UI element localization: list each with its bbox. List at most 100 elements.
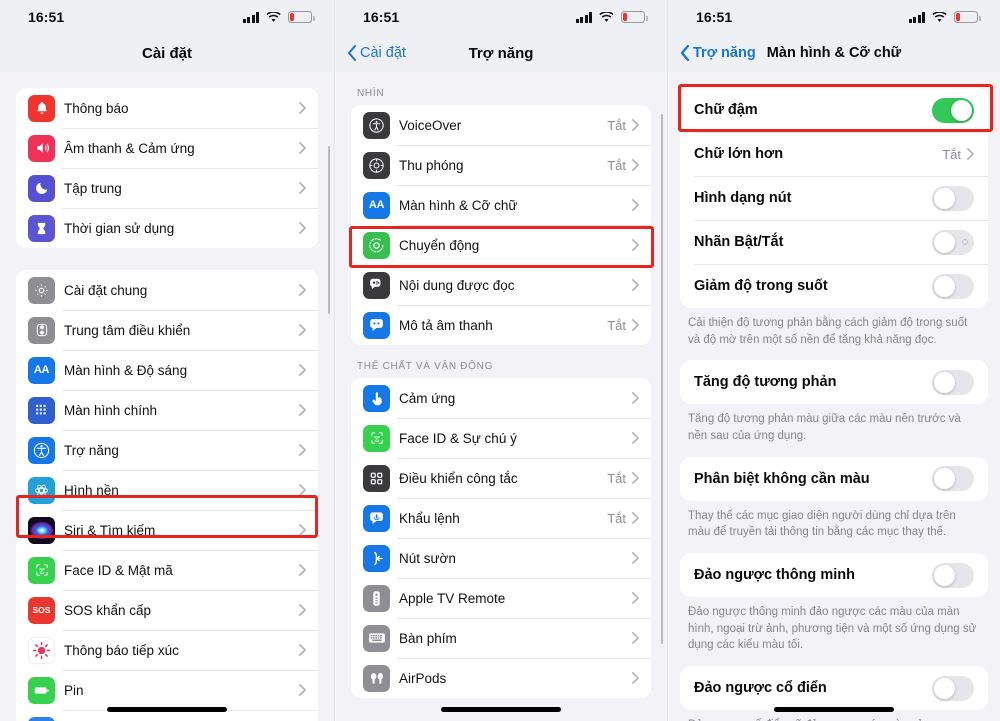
list-item[interactable]: Tập trung (16, 168, 318, 208)
home-indicator (774, 707, 894, 712)
list-item-label: Pin (64, 682, 84, 698)
list-item-label: Âm thanh & Cảm ứng (64, 140, 195, 156)
sidebar-item-accessibility[interactable]: Trợ năng (16, 430, 318, 470)
chevron-right-icon (632, 472, 639, 484)
list-item-label: Siri & Tìm kiếm (64, 522, 156, 538)
row-label: Chữ đậm (694, 102, 758, 118)
list-item-label: Face ID & Mật mã (64, 562, 173, 578)
list-item-label: Mô tả âm thanh (399, 317, 493, 333)
row-differentiate-without-color[interactable]: Phân biệt không cần màu (680, 456, 988, 501)
row-larger-text[interactable]: Chữ lớn hơn Tắt (680, 132, 988, 176)
list-item-label: Màn hình chính (64, 402, 158, 418)
list-item[interactable]: Bàn phím (351, 618, 651, 658)
display-text-size-icon: AA (363, 191, 390, 219)
sounds-haptics-icon (28, 134, 55, 162)
chevron-right-icon (967, 148, 974, 160)
list-item-label: SOS khẩn cấp (64, 602, 152, 618)
list-item[interactable]: Pin (16, 670, 318, 710)
list-item-display-text-size[interactable]: AA Màn hình & Cỡ chữ (351, 185, 651, 225)
settings-scroll-area[interactable]: Thông báo Âm thanh & Cảm ứng Tập trung T… (0, 72, 334, 721)
scrollbar-indicator[interactable] (660, 114, 663, 644)
control-center-icon (28, 316, 55, 344)
toggle-classic-invert[interactable] (932, 675, 974, 701)
list-item[interactable]: VoiceOver Tắt (351, 105, 651, 145)
row-button-shapes[interactable]: Hình dạng nút (680, 176, 988, 220)
list-item[interactable]: Trung tâm điều khiển (16, 310, 318, 350)
chevron-right-icon (632, 432, 639, 444)
voice-control-icon (363, 504, 390, 532)
list-item-label: Thời gian sử dụng (64, 220, 175, 236)
list-item[interactable]: Nội dung được đọc (351, 265, 651, 305)
display-brightness-icon: AA (28, 356, 55, 384)
row-bold-text[interactable]: Chữ đậm (680, 88, 988, 132)
row-label: Giảm độ trong suốt (694, 278, 828, 294)
list-item[interactable]: Hình nền (16, 470, 318, 510)
list-item[interactable]: Âm thanh & Cảm ứng (16, 128, 318, 168)
list-item[interactable]: AirPods (351, 658, 651, 698)
list-item[interactable]: Cài đặt chung (16, 270, 318, 310)
emergency-sos-icon: SOS (28, 596, 55, 624)
list-item-label: Màn hình & Cỡ chữ (399, 197, 518, 213)
accessibility-scroll-area[interactable]: NHÌN VoiceOver Tắt Thu phóng Tắt AA Màn … (335, 72, 667, 721)
toggle-smart-invert[interactable] (932, 562, 974, 588)
chevron-right-icon (299, 284, 306, 296)
back-button-accessibility[interactable]: Trợ năng (680, 45, 756, 61)
list-item[interactable]: Cảm ứng (351, 378, 651, 418)
phone-screen-settings: 16:51 Cài đặt Thông báo Âm thanh & Cảm ứ… (0, 0, 334, 721)
toggle-increase-contrast[interactable] (932, 369, 974, 395)
display-block-5: Đảo ngược cổ điển (680, 666, 988, 711)
toggle-reduce-transparency[interactable] (932, 273, 974, 299)
chevron-right-icon (632, 672, 639, 684)
list-item[interactable]: Face ID & Sự chú ý (351, 418, 651, 458)
display-text-size-scroll-area[interactable]: Chữ đậm Chữ lớn hơn Tắt Hình dạng nút Nh… (668, 72, 1000, 721)
row-classic-invert[interactable]: Đảo ngược cổ điển (680, 666, 988, 711)
row-increase-contrast[interactable]: Tăng độ tương phản (680, 360, 988, 405)
list-item[interactable]: SOS SOS khẩn cấp (16, 590, 318, 630)
battery-low-icon (288, 11, 315, 23)
chevron-right-icon (299, 564, 306, 576)
chevron-right-icon (299, 484, 306, 496)
list-item[interactable]: Chuyển động (351, 225, 651, 265)
list-item[interactable]: Mô tả âm thanh Tắt (351, 305, 651, 345)
list-item-label: Hình nền (64, 482, 119, 498)
status-time: 16:51 (28, 9, 65, 25)
list-item[interactable]: Apple TV Remote (351, 578, 651, 618)
section-header-vision: NHÌN (357, 88, 385, 99)
list-item[interactable]: Siri & Tìm kiếm (16, 510, 318, 550)
back-button-settings[interactable]: Cài đặt (347, 45, 406, 61)
toggle-on-off-labels[interactable] (932, 229, 974, 255)
list-item[interactable]: Face ID & Mật mã (16, 550, 318, 590)
list-item[interactable]: Thông báo tiếp xúc (16, 630, 318, 670)
list-item-value: Tắt (607, 157, 626, 173)
chevron-right-icon (632, 239, 639, 251)
list-item[interactable]: Điều khiển công tắc Tắt (351, 458, 651, 498)
row-smart-invert[interactable]: Đảo ngược thông minh (680, 553, 988, 598)
toggle-bold-text[interactable] (932, 97, 974, 123)
phone-screen-display-text-size: 16:51 Trợ năng Màn hình & Cỡ chữ Chữ đậm… (667, 0, 1000, 721)
toggle-differentiate-without-color[interactable] (932, 466, 974, 492)
face-id-icon (28, 556, 55, 584)
status-time: 16:51 (363, 9, 400, 25)
scrollbar-indicator[interactable] (327, 146, 330, 314)
chevron-right-icon (632, 392, 639, 404)
list-item[interactable]: Màn hình chính (16, 390, 318, 430)
list-item[interactable]: Khẩu lệnh Tắt (351, 498, 651, 538)
status-bar: 16:51 (335, 0, 667, 34)
chevron-right-icon (632, 119, 639, 131)
chevron-right-icon (299, 444, 306, 456)
display-block-2: Tăng độ tương phản (680, 360, 988, 405)
row-on-off-labels[interactable]: Nhãn Bật/Tắt (680, 220, 988, 264)
toggle-button-shapes[interactable] (932, 185, 974, 211)
list-item[interactable]: AA Màn hình & Độ sáng (16, 350, 318, 390)
chevron-right-icon (632, 552, 639, 564)
general-gear-icon (28, 276, 55, 304)
list-item[interactable]: Thu phóng Tắt (351, 145, 651, 185)
status-bar: 16:51 (668, 0, 1000, 34)
battery-low-icon (621, 11, 648, 23)
chevron-right-icon (299, 324, 306, 336)
list-item[interactable]: Nút sườn (351, 538, 651, 578)
list-item[interactable]: Thời gian sử dụng (16, 208, 318, 248)
row-reduce-transparency[interactable]: Giảm độ trong suốt (680, 264, 988, 308)
list-item[interactable]: Thông báo (16, 88, 318, 128)
settings-group-1: Thông báo Âm thanh & Cảm ứng Tập trung T… (16, 88, 318, 248)
